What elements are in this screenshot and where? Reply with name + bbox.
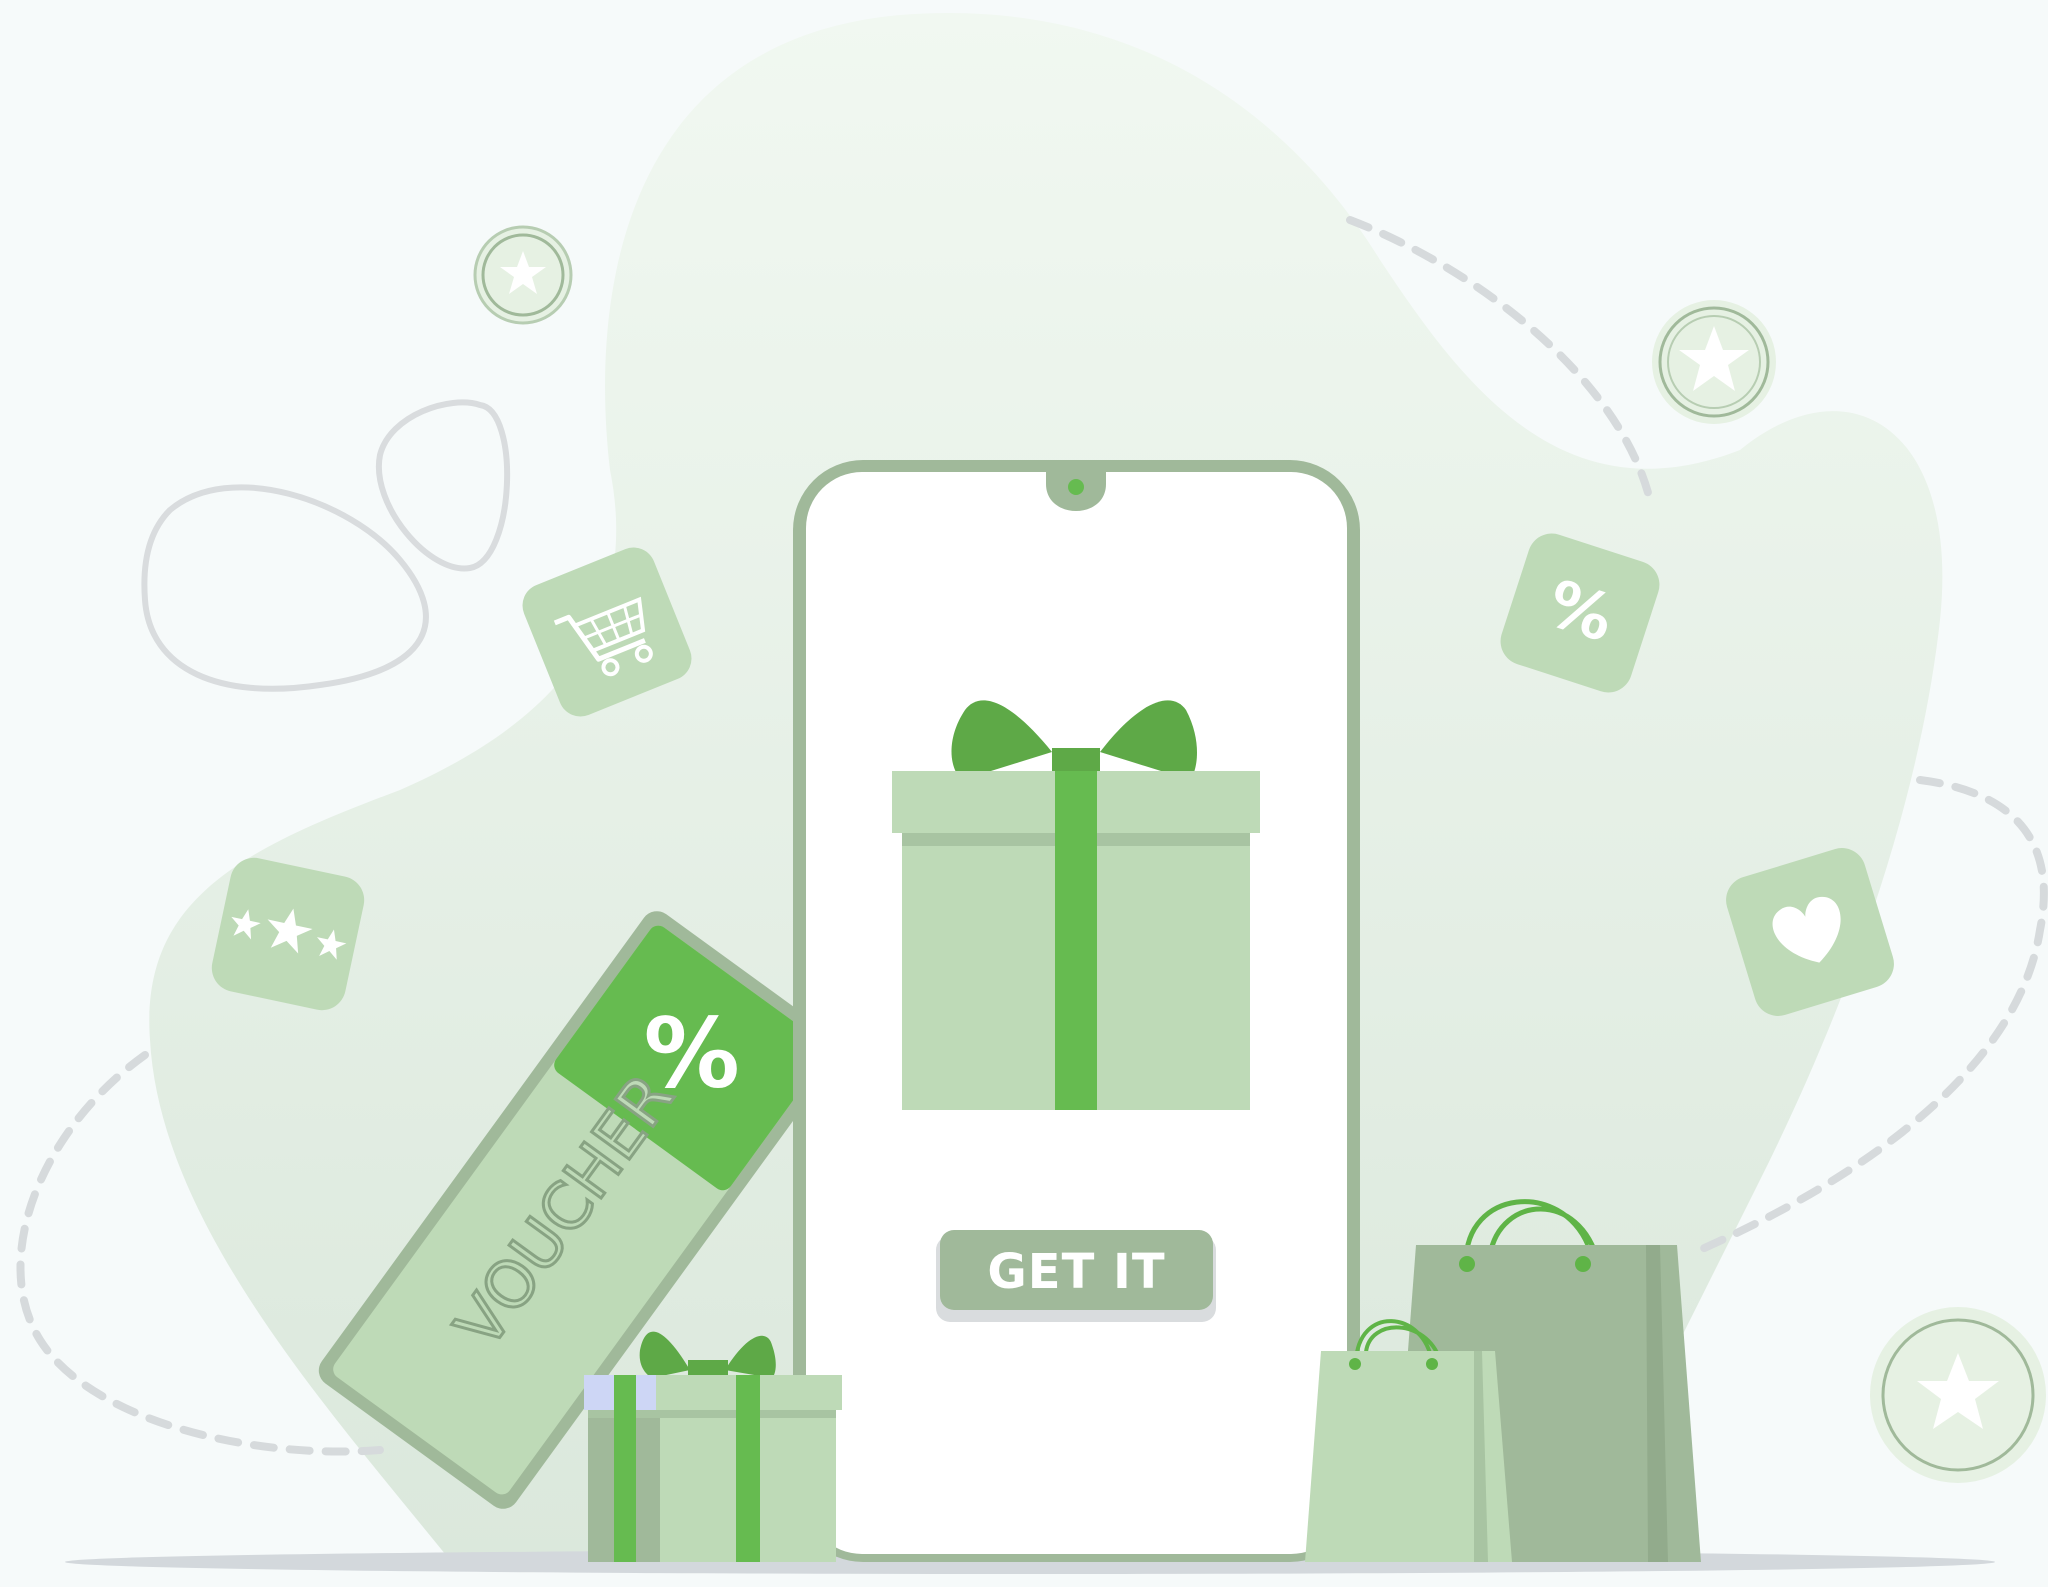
get-it-button[interactable]: GET IT xyxy=(940,1232,1213,1312)
camera-dot xyxy=(1068,479,1084,495)
star-coin-icon xyxy=(1870,1307,2046,1483)
star-coin-icon xyxy=(1652,300,1776,424)
promo-illustration: % % VOUCHER GET IT xyxy=(0,0,2048,1583)
loop-outline-large xyxy=(141,484,429,692)
shopping-bag-icon xyxy=(1305,1319,1512,1562)
illustration-canvas: % % VOUCHER xyxy=(16,13,2048,1574)
loop-outline-small xyxy=(375,399,511,572)
rating-stars-icon xyxy=(211,857,365,1011)
star-coin-icon xyxy=(473,225,573,325)
